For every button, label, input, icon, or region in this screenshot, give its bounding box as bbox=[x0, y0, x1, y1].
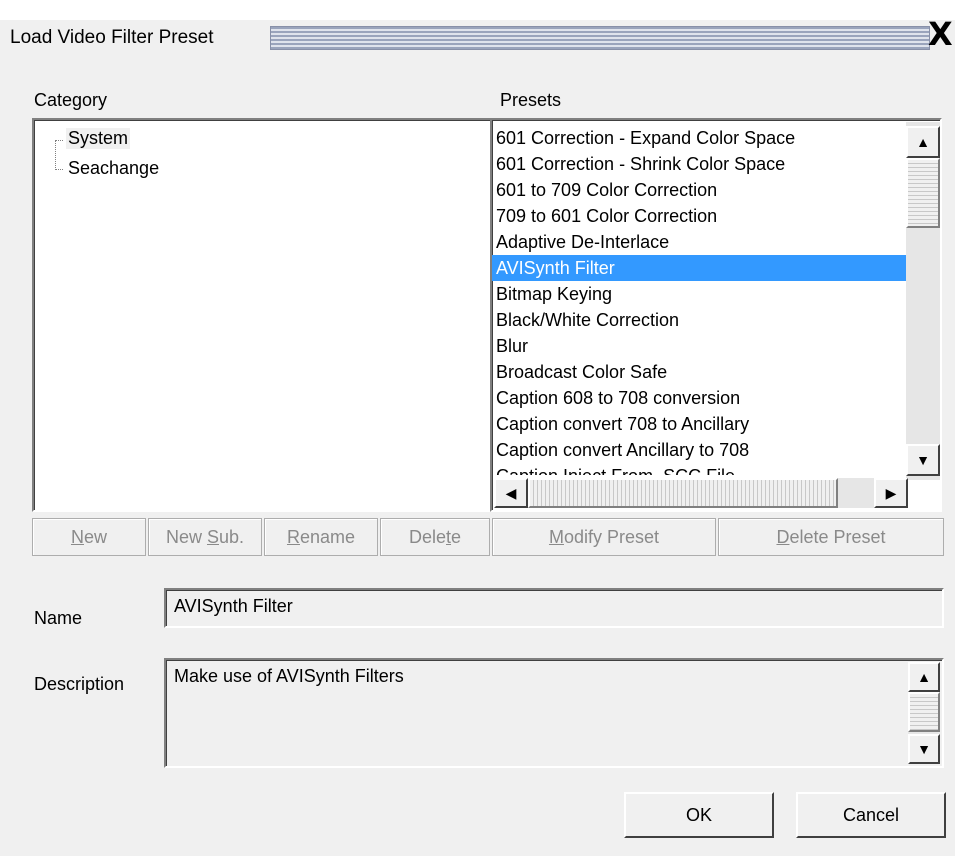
preset-list-item[interactable]: Caption convert 708 to Ancillary bbox=[492, 411, 906, 437]
title-bar-stripes[interactable] bbox=[270, 26, 930, 50]
scroll-down-button[interactable]: ▼ bbox=[906, 444, 940, 476]
scroll-right-icon: ▶ bbox=[885, 484, 897, 501]
description-scroll-thumb[interactable] bbox=[908, 692, 940, 732]
category-tree[interactable]: System Seachange bbox=[32, 118, 492, 512]
preset-list-item[interactable]: Caption 608 to 708 conversion bbox=[492, 385, 906, 411]
preset-list-item[interactable]: 601 Correction - Expand Color Space bbox=[492, 125, 906, 151]
tree-connector bbox=[55, 140, 63, 170]
preset-list-item[interactable]: Blur bbox=[492, 333, 906, 359]
horizontal-scroll-thumb[interactable] bbox=[528, 478, 838, 508]
preset-list-item[interactable]: 709 to 601 Color Correction bbox=[492, 203, 906, 229]
scroll-left-icon: ◀ bbox=[505, 484, 517, 501]
preset-list-item[interactable]: 601 Correction - Shrink Color Space bbox=[492, 151, 906, 177]
new-button[interactable]: New bbox=[32, 518, 146, 556]
window-title: Load Video Filter Preset bbox=[10, 27, 218, 49]
preset-list-item[interactable]: Caption Inject From .SCC File bbox=[492, 463, 906, 475]
new-sub-button[interactable]: New Sub. bbox=[148, 518, 262, 556]
delete-preset-button[interactable]: Delete Preset bbox=[718, 518, 944, 556]
scroll-thumb[interactable] bbox=[906, 158, 940, 228]
ok-label: OK bbox=[685, 804, 712, 825]
scroll-left-button[interactable]: ◀ bbox=[494, 478, 528, 508]
name-field[interactable]: AVISynth Filter bbox=[164, 588, 944, 628]
preset-list-item[interactable]: Broadcast Color Safe bbox=[492, 359, 906, 385]
description-value: Make use of AVISynth Filters bbox=[174, 666, 404, 686]
scroll-down-icon: ▼ bbox=[916, 452, 930, 468]
tree-item-label: System bbox=[68, 128, 129, 148]
scroll-up-icon: ▲ bbox=[916, 134, 930, 150]
preset-list-item[interactable]: Bitmap Keying bbox=[492, 281, 906, 307]
close-icon[interactable]: X bbox=[928, 18, 953, 50]
cancel-button[interactable]: Cancel bbox=[796, 792, 946, 838]
preset-list-item[interactable]: AVISynth Filter bbox=[492, 255, 906, 281]
rename-button[interactable]: Rename bbox=[264, 518, 378, 556]
description-field[interactable]: Make use of AVISynth Filters bbox=[164, 658, 944, 768]
scroll-up-icon: ▲ bbox=[917, 669, 931, 685]
ok-button[interactable]: OK bbox=[624, 792, 774, 838]
tree-item-system[interactable]: System bbox=[66, 128, 131, 149]
preset-list-item[interactable]: Black/White Correction bbox=[492, 307, 906, 333]
scroll-up-button[interactable]: ▲ bbox=[906, 126, 940, 158]
preset-list-item[interactable]: Caption convert Ancillary to 708 bbox=[492, 437, 906, 463]
preset-list-item[interactable]: Adaptive De-Interlace bbox=[492, 229, 906, 255]
scroll-down-icon: ▼ bbox=[917, 741, 931, 757]
presets-horizontal-scrollbar[interactable]: ◀ ▶ bbox=[494, 478, 908, 508]
presets-list[interactable]: 601 Correction - Expand Color Space 601 C… bbox=[492, 125, 906, 475]
description-scroll-up-button[interactable]: ▲ bbox=[908, 662, 940, 692]
description-label: Description bbox=[34, 674, 125, 694]
delete-button[interactable]: Dele t e bbox=[380, 518, 490, 556]
name-value: AVISynth Filter bbox=[174, 596, 293, 616]
modify-preset-button[interactable]: Modify Preset bbox=[492, 518, 716, 556]
description-scroll-down-button[interactable]: ▼ bbox=[908, 734, 940, 764]
presets-vertical-scrollbar[interactable]: ▲ ▼ bbox=[906, 122, 940, 480]
cancel-label: Cancel bbox=[842, 804, 900, 825]
tree-item-label: Seachange bbox=[68, 158, 160, 178]
description-scrollbar[interactable]: ▲ ▼ bbox=[908, 662, 940, 764]
name-label: Name bbox=[34, 608, 83, 628]
scroll-right-button[interactable]: ▶ bbox=[874, 478, 908, 508]
presets-label: Presets bbox=[500, 90, 562, 110]
category-label: Category bbox=[34, 90, 108, 110]
preset-list-item[interactable]: 601 to 709 Color Correction bbox=[492, 177, 906, 203]
tree-item-seachange[interactable]: Seachange bbox=[66, 158, 161, 179]
